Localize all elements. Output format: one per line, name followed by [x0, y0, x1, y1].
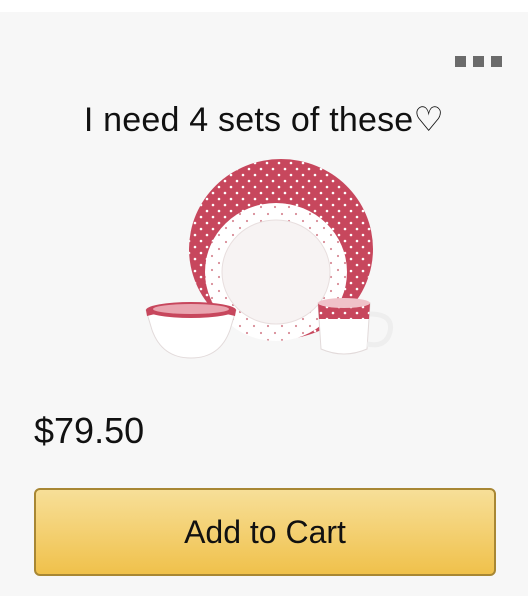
- product-card: I need 4 sets of these♡ $79.50 Add to Ca…: [0, 12, 528, 596]
- menu-dot: [455, 56, 466, 67]
- price: $79.50: [34, 410, 145, 451]
- more-options-icon[interactable]: [450, 56, 502, 70]
- dinnerware-set-image[interactable]: [138, 154, 400, 372]
- menu-dot: [473, 56, 484, 67]
- add-to-cart-button[interactable]: Add to Cart: [34, 488, 496, 576]
- menu-dot: [491, 56, 502, 67]
- item-comment-title: I need 4 sets of these♡: [83, 101, 445, 139]
